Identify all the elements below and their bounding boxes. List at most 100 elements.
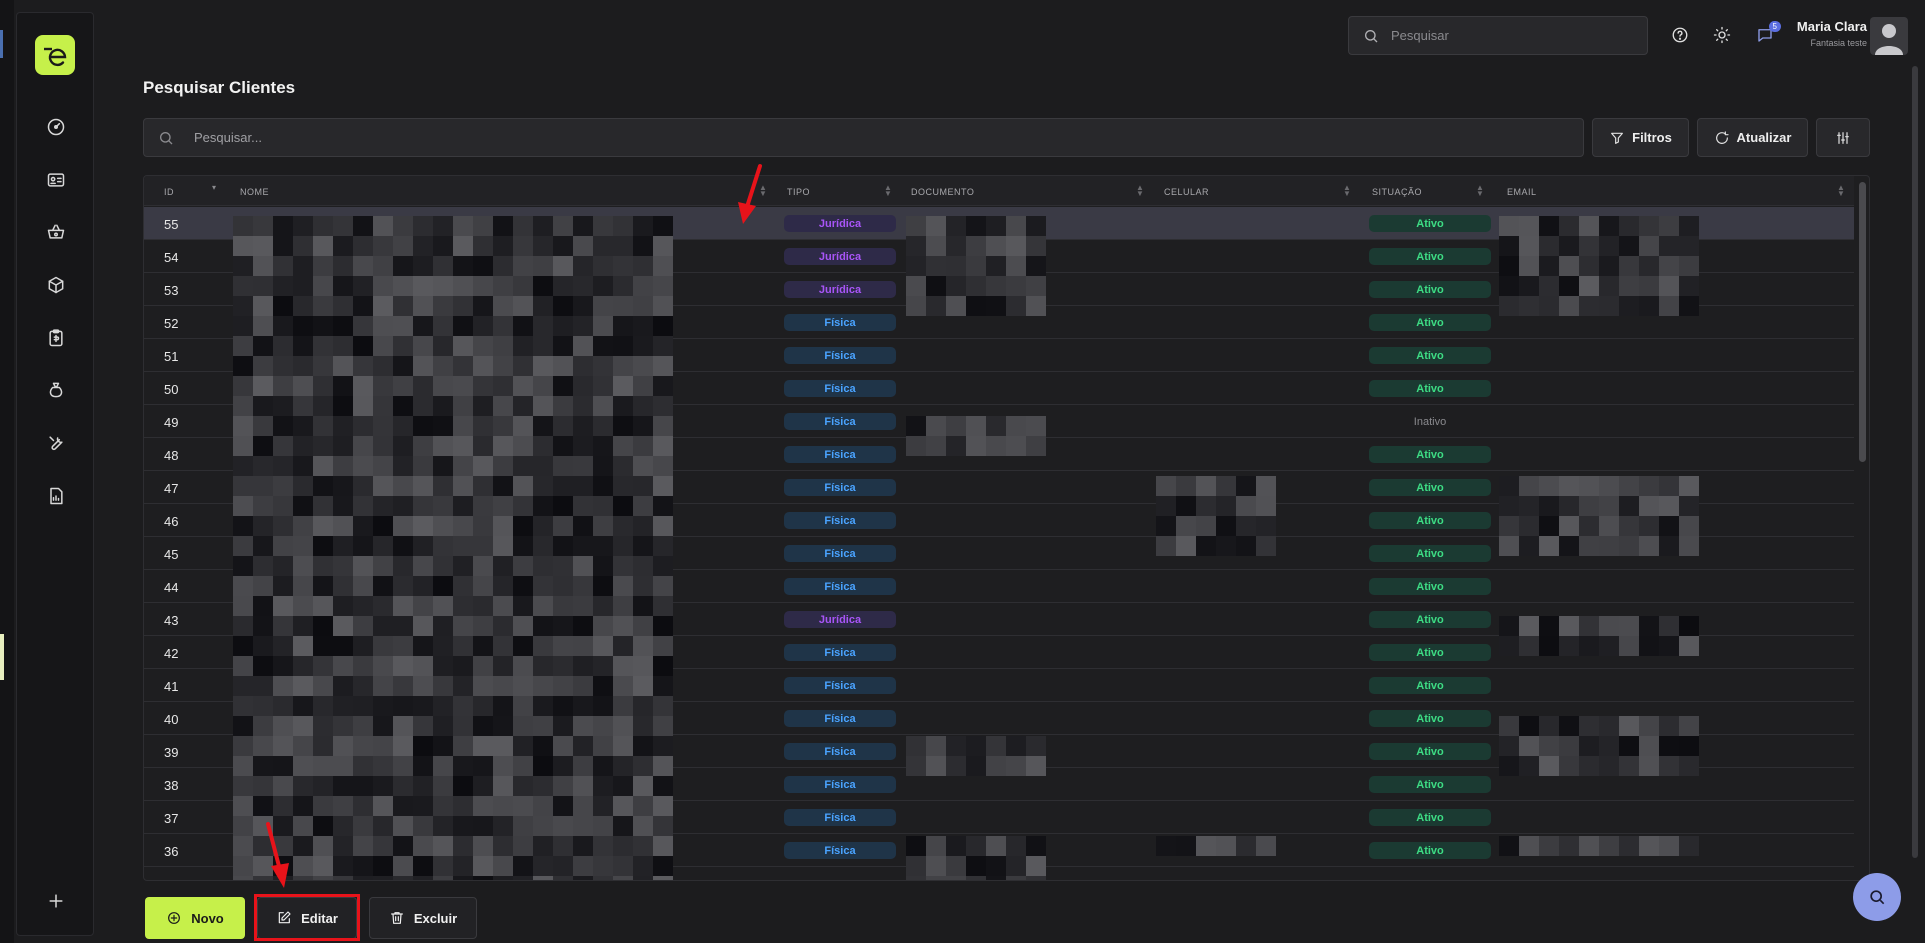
sort-icon[interactable]: ▲ ▼: [1136, 184, 1144, 198]
redaction-block: [433, 436, 453, 456]
redaction-block: [1619, 536, 1639, 556]
report-icon[interactable]: [42, 482, 70, 510]
status-badge: Ativo: [1369, 677, 1491, 694]
type-badge: Física: [784, 413, 896, 430]
redaction-block: [593, 276, 613, 296]
column-header-email[interactable]: EMAIL: [1507, 187, 1537, 197]
redaction-block: [493, 556, 513, 576]
edit-button[interactable]: Editar: [257, 897, 357, 939]
redaction-block: [393, 836, 413, 856]
redaction-block: [393, 556, 413, 576]
redaction-block: [1026, 756, 1046, 776]
redaction-block: [413, 496, 433, 516]
column-header-documento[interactable]: DOCUMENTO: [911, 187, 974, 197]
redaction-block: [293, 436, 313, 456]
sort-icon[interactable]: ▲ ▼: [884, 184, 892, 198]
redaction-block: [553, 236, 573, 256]
redaction-block: [333, 556, 353, 576]
redaction-block: [533, 696, 553, 716]
client-search-input[interactable]: [194, 130, 1494, 145]
redaction-block: [333, 596, 353, 616]
tools-icon[interactable]: [42, 429, 70, 457]
redaction-block: [313, 816, 333, 836]
basket-icon[interactable]: [42, 218, 70, 246]
refresh-button[interactable]: Atualizar: [1697, 118, 1808, 157]
id-card-icon[interactable]: [42, 166, 70, 194]
redaction-block: [393, 336, 413, 356]
avatar[interactable]: [1870, 17, 1908, 55]
redaction-block: [966, 836, 986, 856]
redaction-block: [533, 716, 553, 736]
column-header-situacao[interactable]: SITUAÇÃO: [1372, 187, 1422, 197]
redaction-block: [493, 856, 513, 876]
redaction-block: [966, 436, 986, 456]
redaction-block: [1236, 536, 1256, 556]
help-icon[interactable]: [1669, 24, 1691, 46]
redaction-block: [553, 716, 573, 736]
redaction-block: [1006, 256, 1026, 276]
redaction-block: [453, 456, 473, 476]
floating-search-button[interactable]: [1853, 873, 1901, 921]
sort-icon[interactable]: ▲ ▼: [1343, 184, 1351, 198]
column-header-nome[interactable]: NOME: [240, 187, 269, 197]
redaction-block: [433, 636, 453, 656]
redaction-block: [433, 616, 453, 636]
redaction-block: [1599, 616, 1619, 636]
redaction-block: [573, 876, 593, 880]
sort-desc-icon[interactable]: ▾: [212, 184, 217, 192]
dashboard-icon[interactable]: [42, 113, 70, 141]
redaction-block: [533, 436, 553, 456]
page-scrollbar[interactable]: [1912, 66, 1918, 858]
redaction-block: [313, 636, 333, 656]
column-header-tipo[interactable]: TIPO: [787, 187, 810, 197]
column-header-celular[interactable]: CELULAR: [1164, 187, 1209, 197]
redaction-block: [533, 556, 553, 576]
user-info[interactable]: Maria Clara Fantasia teste: [1797, 19, 1867, 48]
type-badge: Jurídica: [784, 248, 896, 265]
new-button[interactable]: Novo: [145, 897, 245, 939]
redaction-block: [393, 496, 413, 516]
notifications-icon[interactable]: 5: [1754, 21, 1781, 46]
theme-toggle-icon[interactable]: [1711, 24, 1733, 46]
redaction-block: [453, 536, 473, 556]
sort-icon[interactable]: ▲ ▼: [759, 184, 767, 198]
redaction-block: [513, 316, 533, 336]
table-scrollbar-thumb[interactable]: [1859, 182, 1866, 462]
redaction-block: [373, 696, 393, 716]
redaction-block: [513, 496, 533, 516]
redaction-block: [1539, 836, 1559, 856]
redaction-block: [233, 436, 253, 456]
clipboard-icon[interactable]: [42, 324, 70, 352]
redaction-block: [986, 876, 1006, 880]
app-logo[interactable]: [35, 35, 75, 75]
redaction-block: [653, 476, 673, 496]
table-scrollbar[interactable]: [1859, 182, 1866, 872]
redaction-block: [573, 796, 593, 816]
sort-icon[interactable]: ▲ ▼: [1476, 184, 1484, 198]
redaction-block: [233, 276, 253, 296]
plus-icon[interactable]: [42, 887, 70, 915]
redaction-block: [613, 716, 633, 736]
redaction-block: [573, 596, 593, 616]
cell-id: 36: [164, 844, 179, 859]
redaction-block: [513, 296, 533, 316]
redaction-block: [1519, 636, 1539, 656]
redaction-block: [553, 536, 573, 556]
column-header-id[interactable]: ID: [164, 187, 174, 197]
redaction-block: [473, 816, 493, 836]
column-settings-button[interactable]: [1816, 118, 1870, 157]
client-search-box[interactable]: [143, 118, 1584, 157]
redaction-block: [413, 596, 433, 616]
redaction-block: [353, 836, 373, 856]
money-bag-icon[interactable]: [42, 376, 70, 404]
type-badge: Física: [784, 644, 896, 661]
redaction-block: [593, 556, 613, 576]
sort-icon[interactable]: ▲ ▼: [1837, 184, 1845, 198]
redaction-block: [633, 776, 653, 796]
delete-button[interactable]: Excluir: [369, 897, 477, 939]
box-icon[interactable]: [42, 271, 70, 299]
global-search-box[interactable]: [1348, 16, 1648, 55]
redaction-block: [1619, 496, 1639, 516]
filters-button[interactable]: Filtros: [1592, 118, 1689, 157]
global-search-input[interactable]: [1391, 28, 1631, 43]
